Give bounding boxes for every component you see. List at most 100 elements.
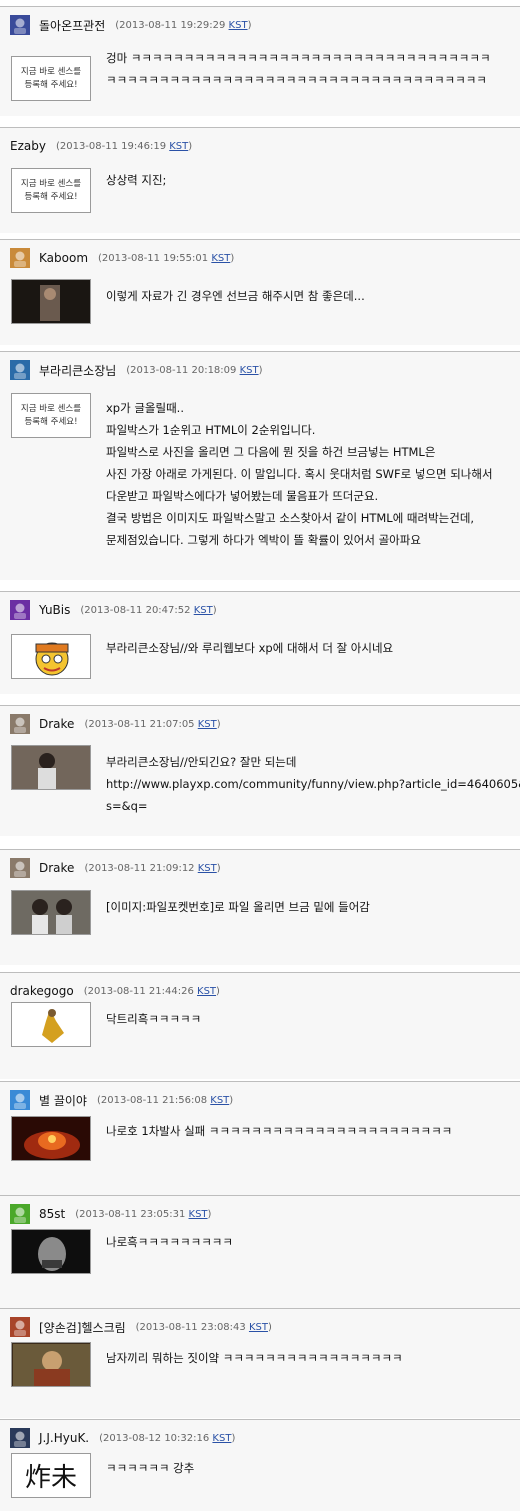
comment-line: 부라리큰소장님//와 루리웹보다 xp에 대해서 더 잘 아시네요 [106, 641, 394, 655]
kst-link[interactable]: KST [249, 1322, 268, 1333]
author-nickname[interactable]: Drake [39, 861, 74, 875]
kst-link[interactable]: KST [212, 1433, 231, 1444]
kst-link[interactable]: KST [189, 1209, 208, 1220]
timestamp-text: (2013-08-11 19:29:29 [115, 19, 229, 31]
signature-image[interactable] [11, 1116, 91, 1161]
kst-link[interactable]: KST [198, 863, 217, 874]
robot-avatar-icon[interactable] [10, 15, 30, 35]
kst-link[interactable]: KST [198, 719, 217, 730]
author-nickname[interactable]: 85st [39, 1207, 65, 1221]
comment-item: Ezaby (2013-08-11 19:46:19 KST) 지금 바로 센스를 등… [0, 127, 520, 233]
signature-image[interactable]: 炸未 [11, 1453, 91, 1498]
comment-header: YuBis (2013-08-11 20:47:52 KST) [10, 600, 217, 620]
signature-image[interactable] [11, 279, 91, 324]
kst-link[interactable]: KST [210, 1095, 229, 1106]
signature-placeholder-line: 지금 바로 센스를 [20, 66, 82, 77]
timestamp-text: (2013-08-11 21:07:05 [84, 718, 198, 730]
orc-avatar-icon[interactable] [10, 1317, 30, 1337]
signature-image[interactable]: 지금 바로 센스를 등록해 주세요! [11, 168, 91, 213]
timestamp-text: (2013-08-11 21:09:12 [84, 862, 198, 874]
purple-avatar-icon[interactable] [10, 600, 30, 620]
signature-image[interactable] [11, 745, 91, 790]
author-nickname[interactable]: Drake [39, 717, 74, 731]
drake-avatar-icon[interactable] [10, 714, 30, 734]
comment-timestamp: (2013-08-11 21:09:12 KST) [84, 863, 220, 874]
signature-image[interactable]: 지금 바로 센스를 등록해 주세요! [11, 393, 91, 438]
comment-line: 문제점있습니다. 그렇게 하다가 엑박이 뜰 확률이 있어서 골아파요 [106, 533, 421, 547]
signature-placeholder-text: 지금 바로 센스를 등록해 주세요! [21, 403, 81, 429]
comment-line: 이렇게 자료가 긴 경우엔 선브금 해주시면 참 좋은데... [106, 289, 365, 303]
comment-separator [0, 580, 520, 591]
comment-timestamp: (2013-08-11 23:08:43 KST) [136, 1322, 272, 1333]
comment-timestamp: (2013-08-12 10:32:16 KST) [99, 1433, 235, 1444]
kst-link[interactable]: KST [169, 141, 188, 152]
author-nickname[interactable]: drakegogo [10, 984, 74, 998]
comment-item: Kaboom (2013-08-11 19:55:01 KST) 이렇게 자료가 긴… [0, 239, 520, 345]
comment-header: 돌아온프관전 (2013-08-11 19:29:29 KST) [10, 15, 251, 35]
comment-header: 별 끌이야 (2013-08-11 21:56:08 KST) [10, 1090, 233, 1110]
comment-header: drakegogo (2013-08-11 21:44:26 KST) [10, 981, 220, 1001]
comment-body: xp가 글올릴때.. 파일박스가 1순위고 HTML이 2순위입니다. 파일박스로 … [106, 397, 493, 551]
comment-line: 파일박스가 1순위고 HTML이 2순위입니다. [106, 423, 316, 437]
timestamp-close: ) [258, 364, 263, 376]
signature-image[interactable] [11, 890, 91, 935]
author-nickname[interactable]: YuBis [39, 603, 70, 617]
comment-list: 돌아온프관전 (2013-08-11 19:29:29 KST) 지금 바로 센스를… [0, 0, 520, 1511]
comment-separator [0, 116, 520, 127]
timestamp-close: ) [247, 19, 252, 31]
comment-item: Drake (2013-08-11 21:07:05 KST) 부라리큰소장님//안… [0, 705, 520, 836]
comment-header: [양손검]헬스크림 (2013-08-11 23:08:43 KST) [10, 1317, 272, 1337]
signature-placeholder-line: 등록해 주세요! [24, 416, 78, 427]
kst-link[interactable]: KST [240, 365, 259, 376]
comment-header: 부라리큰소장님 (2013-08-11 20:18:09 KST) [10, 360, 263, 380]
author-nickname[interactable]: [양손검]헬스크림 [39, 1319, 126, 1336]
comment-line: 사진 가장 아래로 가게된다. 이 말입니다. 혹시 웃대처럼 SWF로 넣으면… [106, 467, 493, 481]
timestamp-close: ) [230, 252, 235, 264]
comment-timestamp: (2013-08-11 20:18:09 KST) [126, 365, 262, 376]
author-nickname[interactable]: J.J.HyuK. [39, 1431, 89, 1445]
signature-calligraphy: 炸未 [24, 1463, 77, 1493]
comment-item: 85st (2013-08-11 23:05:31 KST) 나로흑ㅋㅋㅋㅋㅋㅋㅋㅋ… [0, 1195, 520, 1308]
author-nickname[interactable]: 부라리큰소장님 [39, 362, 116, 379]
dark-avatar-icon[interactable] [10, 1428, 30, 1448]
timestamp-text: (2013-08-11 23:08:43 [135, 1321, 249, 1333]
kst-link[interactable]: KST [229, 20, 248, 31]
drake-avatar-icon[interactable] [10, 858, 30, 878]
comment-line[interactable]: http://www.playxp.com/community/funny/vi… [106, 773, 520, 795]
kst-link[interactable]: KST [211, 253, 230, 264]
signature-image[interactable] [11, 1002, 91, 1047]
author-nickname[interactable]: Kaboom [39, 251, 88, 265]
comment-item: 별 끌이야 (2013-08-11 21:56:08 KST) 나로호 1차발사 실… [0, 1081, 520, 1195]
author-nickname[interactable]: 별 끌이야 [39, 1092, 87, 1109]
author-nickname[interactable]: Ezaby [10, 139, 46, 153]
kst-link[interactable]: KST [194, 605, 213, 616]
author-nickname[interactable]: 돌아온프관전 [39, 17, 105, 34]
signature-image[interactable]: 지금 바로 센스를 등록해 주세요! [11, 56, 91, 101]
comment-item: [양손검]헬스크림 (2013-08-11 23:08:43 KST) 남자끼리 뭐… [0, 1308, 520, 1418]
comment-line: s=&q= [106, 799, 148, 813]
comment-line: 남자끼리 뭐하는 짓이얔 ㅋㅋㅋㅋㅋㅋㅋㅋㅋㅋㅋㅋㅋㅋㅋㅋㅋ [106, 1351, 403, 1365]
signature-image[interactable] [11, 634, 91, 679]
comment-body: [이미지:파일포켓번호]로 파일 올리면 브금 밑에 들어감 [106, 896, 370, 918]
timestamp-text: (2013-08-12 10:32:16 [99, 1432, 213, 1444]
signature-placeholder-text: 지금 바로 센스를 등록해 주세요! [21, 66, 81, 92]
comment-timestamp: (2013-08-11 21:44:26 KST) [84, 986, 220, 997]
comment-item: 돌아온프관전 (2013-08-11 19:29:29 KST) 지금 바로 센스를… [0, 6, 520, 116]
comment-item: YuBis (2013-08-11 20:47:52 KST) 부라리큰소장님//와… [0, 591, 520, 694]
comment-header: J.J.HyuK. (2013-08-12 10:32:16 KST) [10, 1428, 235, 1448]
blue-avatar-icon[interactable] [10, 1090, 30, 1110]
green-avatar-icon[interactable] [10, 1204, 30, 1224]
comment-timestamp: (2013-08-11 19:55:01 KST) [98, 253, 234, 264]
comment-body: 남자끼리 뭐하는 짓이얔 ㅋㅋㅋㅋㅋㅋㅋㅋㅋㅋㅋㅋㅋㅋㅋㅋㅋ [106, 1347, 403, 1369]
signature-image[interactable] [11, 1229, 91, 1274]
comment-header: Ezaby (2013-08-11 19:46:19 KST) [10, 136, 192, 156]
comment-body: 겅마 ㅋㅋㅋㅋㅋㅋㅋㅋㅋㅋㅋㅋㅋㅋㅋㅋㅋㅋㅋㅋㅋㅋㅋㅋㅋㅋㅋㅋㅋㅋㅋㅋㅋㅋ ㅋㅋㅋ… [106, 47, 491, 91]
face-avatar-icon[interactable] [10, 248, 30, 268]
comment-line: 상상력 지진; [106, 173, 167, 187]
comment-item: J.J.HyuK. (2013-08-12 10:32:16 KST) 炸未 ㅋㅋㅋㅋ… [0, 1419, 520, 1511]
kst-link[interactable]: KST [197, 986, 216, 997]
helmet-avatar-icon[interactable] [10, 360, 30, 380]
comment-body: 닥트리흑ㅋㅋㅋㅋㅋ [106, 1008, 201, 1030]
signature-image[interactable] [11, 1342, 91, 1387]
timestamp-text: (2013-08-11 21:56:08 [96, 1094, 211, 1106]
